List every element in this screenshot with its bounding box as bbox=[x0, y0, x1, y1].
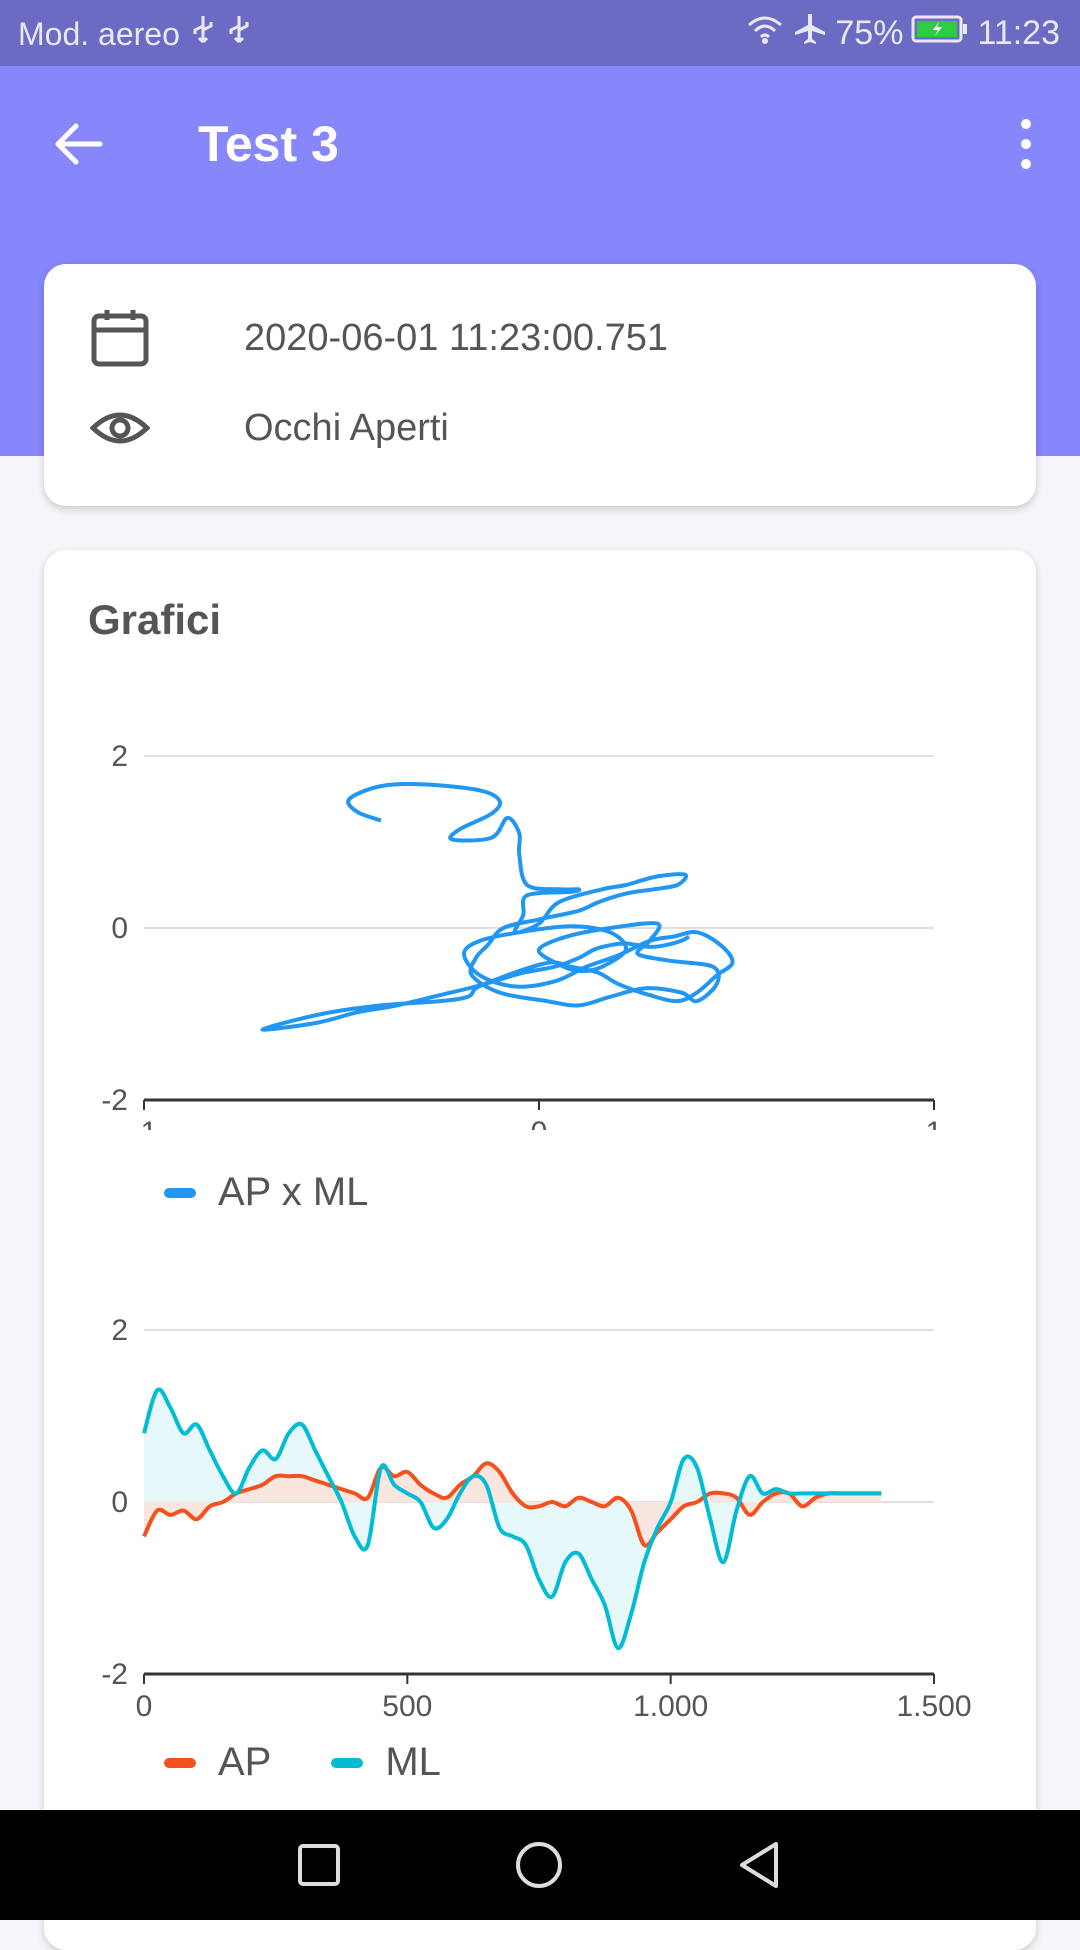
eye-icon bbox=[90, 412, 150, 444]
y-tick-label: -2 bbox=[101, 1658, 128, 1691]
legend-label-ap-x-ml: AP x ML bbox=[218, 1170, 369, 1214]
chart1-legend: AP x ML bbox=[164, 1170, 368, 1215]
home-icon[interactable] bbox=[514, 1840, 564, 1890]
arrow-left-icon bbox=[55, 123, 103, 165]
back-icon[interactable] bbox=[736, 1840, 786, 1890]
legend-swatch-ap-x-ml bbox=[164, 1187, 196, 1198]
y-tick-label: 2 bbox=[111, 1314, 128, 1347]
carrier-text: Mod. aereo bbox=[18, 15, 180, 52]
x-tick-label: 1 bbox=[926, 1116, 943, 1130]
info-card: 2020-06-01 11:23:00.751 Occhi Aperti bbox=[44, 264, 1036, 506]
wifi-icon bbox=[745, 13, 785, 54]
mode-value: Occhi Aperti bbox=[244, 406, 449, 449]
legend-item-ml: ML bbox=[331, 1740, 441, 1785]
legend-label-ml: ML bbox=[385, 1740, 441, 1784]
more-vert-icon bbox=[1021, 119, 1031, 169]
battery-percent: 75% bbox=[835, 14, 904, 52]
more-options-button[interactable] bbox=[1006, 114, 1046, 174]
x-tick-label: 1.500 bbox=[896, 1690, 971, 1720]
usb-icon bbox=[226, 14, 252, 54]
y-tick-label: 0 bbox=[111, 912, 128, 945]
calendar-icon bbox=[91, 310, 149, 367]
y-tick-label: 0 bbox=[111, 1486, 128, 1519]
usb-icon bbox=[190, 14, 216, 54]
y-tick-label: 2 bbox=[111, 740, 128, 773]
chart-ap-ml-time: 2 0 -2 0 500 1.000 1.500 bbox=[101, 1314, 971, 1720]
back-button[interactable] bbox=[48, 114, 108, 174]
x-tick-label: 0 bbox=[136, 1690, 153, 1720]
legend-swatch-ml bbox=[331, 1757, 364, 1768]
airplane-icon bbox=[793, 12, 827, 55]
y-tick-label: -2 bbox=[101, 1084, 128, 1117]
recent-apps-icon[interactable] bbox=[296, 1842, 342, 1888]
date-value: 2020-06-01 11:23:00.751 bbox=[244, 316, 668, 359]
legend-label-ap: AP bbox=[218, 1740, 272, 1784]
x-tick-label: 1.000 bbox=[633, 1690, 708, 1720]
legend-swatch-ap bbox=[164, 1757, 196, 1768]
charts-card: Grafici 20-2-101 AP x ML 20-205001.0001.… bbox=[44, 550, 1036, 1950]
series-area-ml bbox=[144, 1389, 882, 1649]
x-tick-label: -1 bbox=[131, 1116, 158, 1130]
mode-row: Occhi Aperti bbox=[90, 398, 449, 458]
status-right: 75% 11:23 bbox=[745, 12, 1060, 55]
x-tick-label: 500 bbox=[382, 1690, 432, 1720]
charts-heading: Grafici bbox=[88, 596, 222, 643]
status-left: Mod. aereo bbox=[18, 14, 252, 54]
clock: 11:23 bbox=[977, 14, 1060, 52]
legend-item-ap: AP bbox=[164, 1740, 271, 1785]
chart-ap-ml-trajectory: 2 0 -2-1 0 1 bbox=[101, 740, 943, 1130]
battery-icon bbox=[911, 14, 969, 53]
status-bar: Mod. aereo 75% 11:23 bbox=[0, 0, 1080, 66]
chart2-legend: AP ML bbox=[164, 1740, 441, 1785]
navigation-bar bbox=[0, 1810, 1080, 1920]
date-row: 2020-06-01 11:23:00.751 bbox=[90, 308, 668, 368]
x-tick-label: 0 bbox=[531, 1116, 548, 1130]
page-title: Test 3 bbox=[198, 116, 339, 172]
series-line-ap-x-ml bbox=[260, 781, 735, 1032]
